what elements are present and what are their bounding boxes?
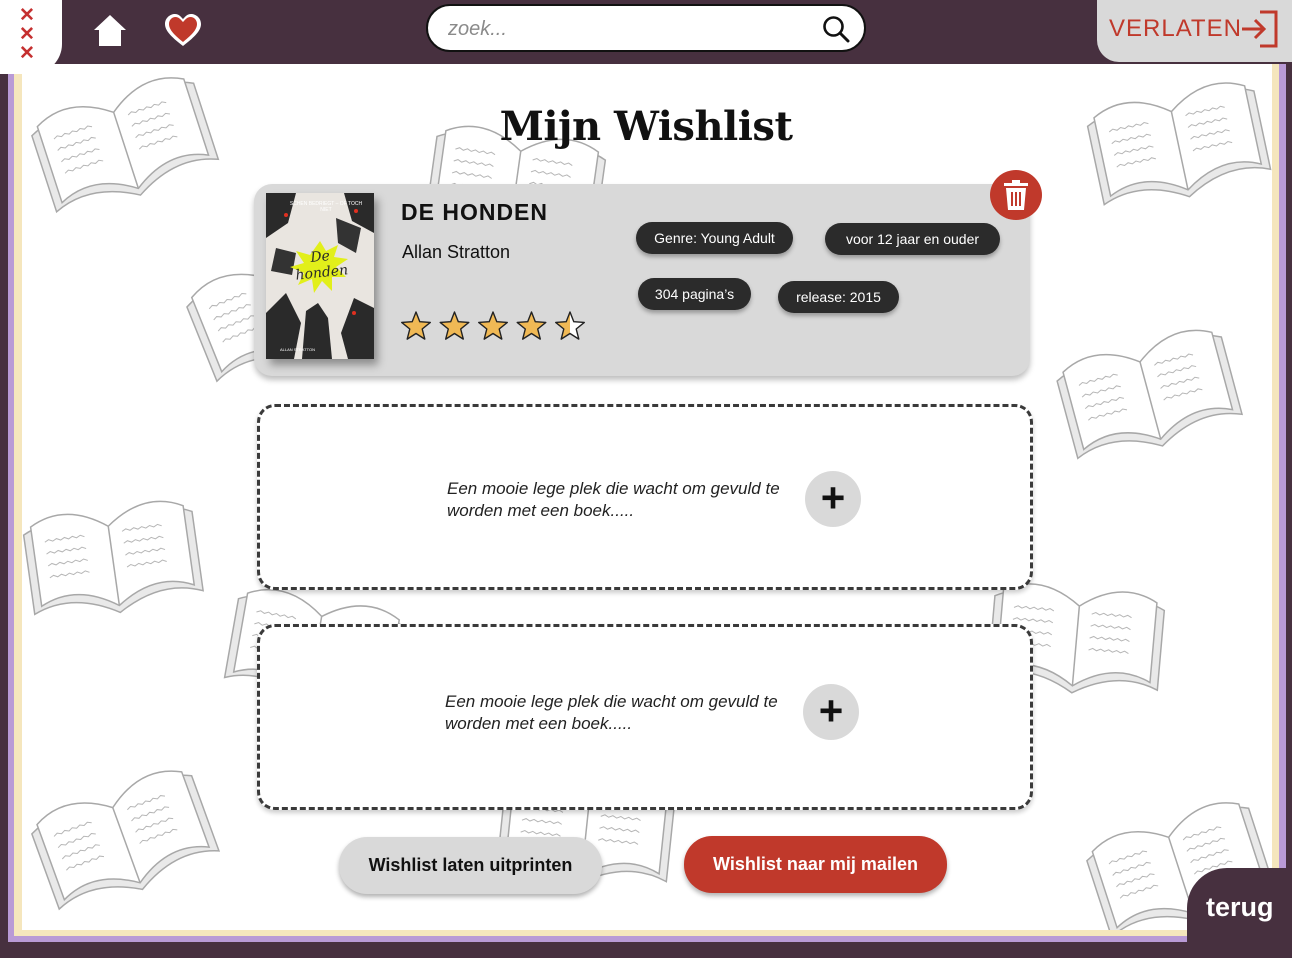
tag-release: release: 2015 (778, 281, 899, 313)
search-input[interactable] (446, 14, 820, 44)
exit-icon (1242, 10, 1278, 48)
favorites-button[interactable] (164, 14, 202, 48)
amsterdam-xxx-icon: ✕ ✕ ✕ (19, 5, 35, 64)
mail-wishlist-button[interactable]: Wishlist naar mij mailen (684, 836, 947, 893)
rating-star (439, 311, 470, 340)
empty-slot-text: Een mooie lege plek die wacht om gevuld … (445, 692, 778, 733)
exit-button-label: VERLATEN (1109, 15, 1242, 42)
back-button[interactable]: terug (1187, 868, 1292, 958)
tag-age: voor 12 jaar en ouder (825, 223, 1000, 255)
trash-icon (1004, 180, 1028, 210)
heart-icon (165, 14, 201, 46)
add-book-button[interactable]: + (803, 684, 859, 740)
plus-icon: + (818, 687, 844, 734)
home-icon (94, 15, 126, 46)
cover-author-text: ALLAN STRATTON (280, 347, 315, 352)
open-book-icon (1056, 329, 1244, 460)
book-cover-image[interactable]: SCHEN BEDRIEGT – OF TOCH NIET De honden … (266, 193, 374, 359)
rating-star (401, 311, 431, 340)
print-wishlist-button[interactable]: Wishlist laten uitprinten (339, 837, 602, 894)
book-title[interactable]: DE HONDEN (401, 199, 548, 226)
logo-tab[interactable]: ✕ ✕ ✕ (0, 0, 62, 74)
open-book-icon (31, 770, 221, 911)
search-bar (426, 4, 866, 52)
delete-book-button[interactable] (990, 170, 1042, 220)
book-author: Allan Stratton (402, 242, 511, 262)
rating-star (477, 311, 509, 340)
search-icon[interactable] (822, 15, 850, 43)
open-book-icon (22, 500, 205, 616)
rating-star (516, 311, 547, 340)
cover-title-text: De honden (294, 248, 349, 284)
rating-star (554, 311, 586, 340)
tag-genre: Genre: Young Adult (636, 222, 793, 254)
empty-slot-text: Een mooie lege plek die wacht om gevuld … (447, 479, 780, 520)
top-navigation-bar: ✕✕✕ VERLATEN (0, 0, 1292, 74)
add-book-button[interactable]: + (805, 471, 861, 527)
plus-icon: + (820, 474, 846, 521)
page-title: Mijn Wishlist (499, 103, 793, 150)
star-rating (401, 311, 586, 340)
cover-top-text: SCHEN BEDRIEGT – OF TOCH NIET (289, 201, 363, 213)
tag-pages: 304 pagina’s (638, 278, 751, 310)
home-button[interactable] (92, 13, 128, 49)
back-button-label: terug (1206, 892, 1274, 922)
exit-button[interactable]: VERLATEN (1097, 0, 1292, 62)
